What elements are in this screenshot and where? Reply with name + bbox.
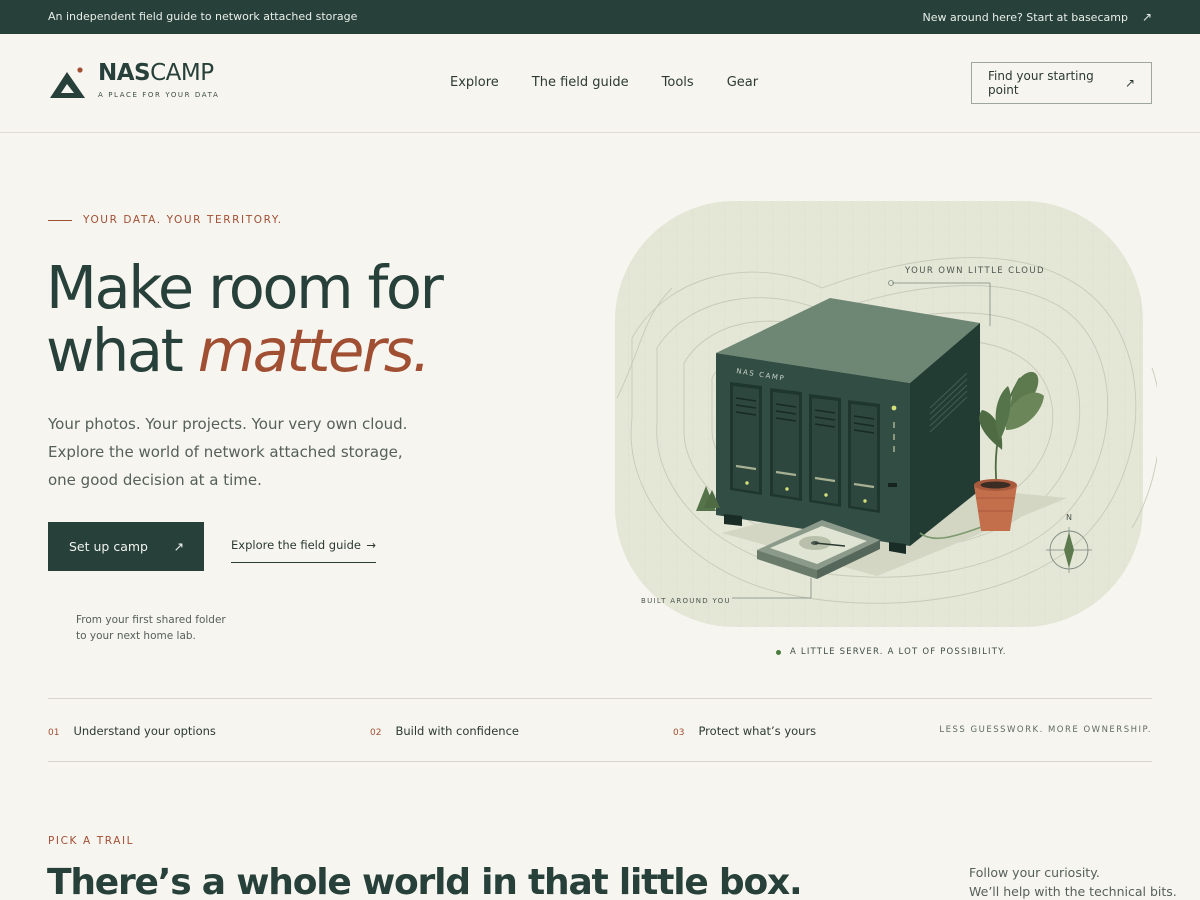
step-item[interactable]: 01 Understand your options — [48, 724, 216, 738]
steps-strip: 01 Understand your options 02 Build with… — [48, 698, 1152, 762]
brand-name-light: CAMP — [150, 60, 214, 86]
brand-name-bold: NAS — [98, 60, 151, 86]
nas-device: NAS CAMP — [716, 298, 980, 554]
brand-name: NASCAMP — [98, 62, 219, 85]
nav-item-explore[interactable]: Explore — [450, 75, 499, 90]
step-item[interactable]: 03 Protect what’s yours — [673, 724, 816, 738]
hero-note-line-1: From your first shared folder — [76, 614, 226, 626]
arrow-up-right-icon: ↗ — [173, 539, 184, 554]
announcement-text: An independent field guide to network at… — [48, 10, 358, 23]
caption-text: A LITTLE SERVER. A LOT OF POSSIBILITY. — [790, 647, 1007, 657]
arrow-up-right-icon: ↗ — [1141, 10, 1152, 24]
step-label: Build with confidence — [395, 724, 519, 738]
site-header: NASCAMP A PLACE FOR YOUR DATA Explore Th… — [0, 34, 1200, 133]
basecamp-link[interactable]: New around here? Start at basecamp ↗ — [923, 10, 1152, 24]
step-number: 03 — [673, 728, 685, 738]
headline-line-2: what — [46, 316, 198, 385]
headline-accent: matters. — [197, 316, 431, 385]
trails-side-line-2: We’ll help with the technical bits. — [969, 884, 1177, 899]
step-number: 01 — [48, 728, 60, 738]
set-up-camp-label: Set up camp — [69, 539, 148, 554]
hero-eyebrow-text: YOUR DATA. YOUR TERRITORY. — [83, 214, 283, 226]
label-bottom: BUILT AROUND YOU — [641, 597, 731, 605]
arrow-right-icon: → — [366, 538, 376, 552]
brand-tagline: A PLACE FOR YOUR DATA — [98, 91, 220, 99]
hero-note: From your first shared folder to your ne… — [76, 612, 226, 644]
tent-mountain-icon — [50, 67, 85, 98]
nav-item-gear[interactable]: Gear — [727, 75, 758, 90]
trails-eyebrow: PICK A TRAIL — [48, 835, 135, 847]
brand-wordmark: NASCAMP A PLACE FOR YOUR DATA — [98, 62, 219, 99]
compass-letter: N — [1066, 513, 1072, 522]
find-starting-point-button[interactable]: Find your starting point ↗ — [971, 62, 1152, 104]
steps-tagline: LESS GUESSWORK. MORE OWNERSHIP. — [939, 725, 1152, 735]
explore-field-guide-label: Explore the field guide — [231, 538, 361, 552]
main-nav: Explore The field guide Tools Gear — [450, 75, 758, 90]
hero-note-line-2: to your next home lab. — [76, 630, 196, 642]
hero-eyebrow: YOUR DATA. YOUR TERRITORY. — [48, 214, 283, 226]
brand-logo[interactable]: NASCAMP A PLACE FOR YOUR DATA — [48, 62, 219, 99]
nav-item-field-guide[interactable]: The field guide — [532, 75, 629, 90]
hero-headline: Make room for what matters. — [46, 253, 444, 385]
step-item[interactable]: 02 Build with confidence — [370, 724, 519, 738]
label-top: YOUR OWN LITTLE CLOUD — [904, 266, 1045, 276]
trails-side-text: Follow your curiosity. We’ll help with t… — [969, 863, 1177, 900]
trails-side-line-1: Follow your curiosity. — [969, 865, 1100, 880]
nav-item-tools[interactable]: Tools — [662, 75, 694, 90]
find-starting-point-label: Find your starting point — [988, 69, 1094, 97]
announcement-bar: An independent field guide to network at… — [0, 0, 1200, 34]
set-up-camp-button[interactable]: Set up camp ↗ — [48, 522, 204, 571]
step-label: Protect what’s yours — [698, 724, 817, 738]
step-number: 02 — [370, 728, 382, 738]
illustration-caption: A LITTLE SERVER. A LOT OF POSSIBILITY. — [776, 647, 1007, 657]
hero-lede: Your photos. Your projects. Your very ow… — [48, 415, 408, 489]
arrow-up-right-icon: ↗ — [1124, 76, 1135, 90]
headline-line-1: Make room for — [46, 253, 444, 322]
eyebrow-rule — [48, 219, 72, 221]
step-label: Understand your options — [73, 724, 216, 738]
nas-illustration: YOUR OWN LITTLE CLOUD NAS CAMP N BUILT A… — [615, 201, 1157, 627]
explore-field-guide-link[interactable]: Explore the field guide → — [231, 538, 376, 563]
trails-title: There’s a whole world in that little box… — [47, 862, 803, 900]
caption-dot — [776, 649, 781, 655]
basecamp-link-label: New around here? Start at basecamp — [922, 10, 1128, 24]
